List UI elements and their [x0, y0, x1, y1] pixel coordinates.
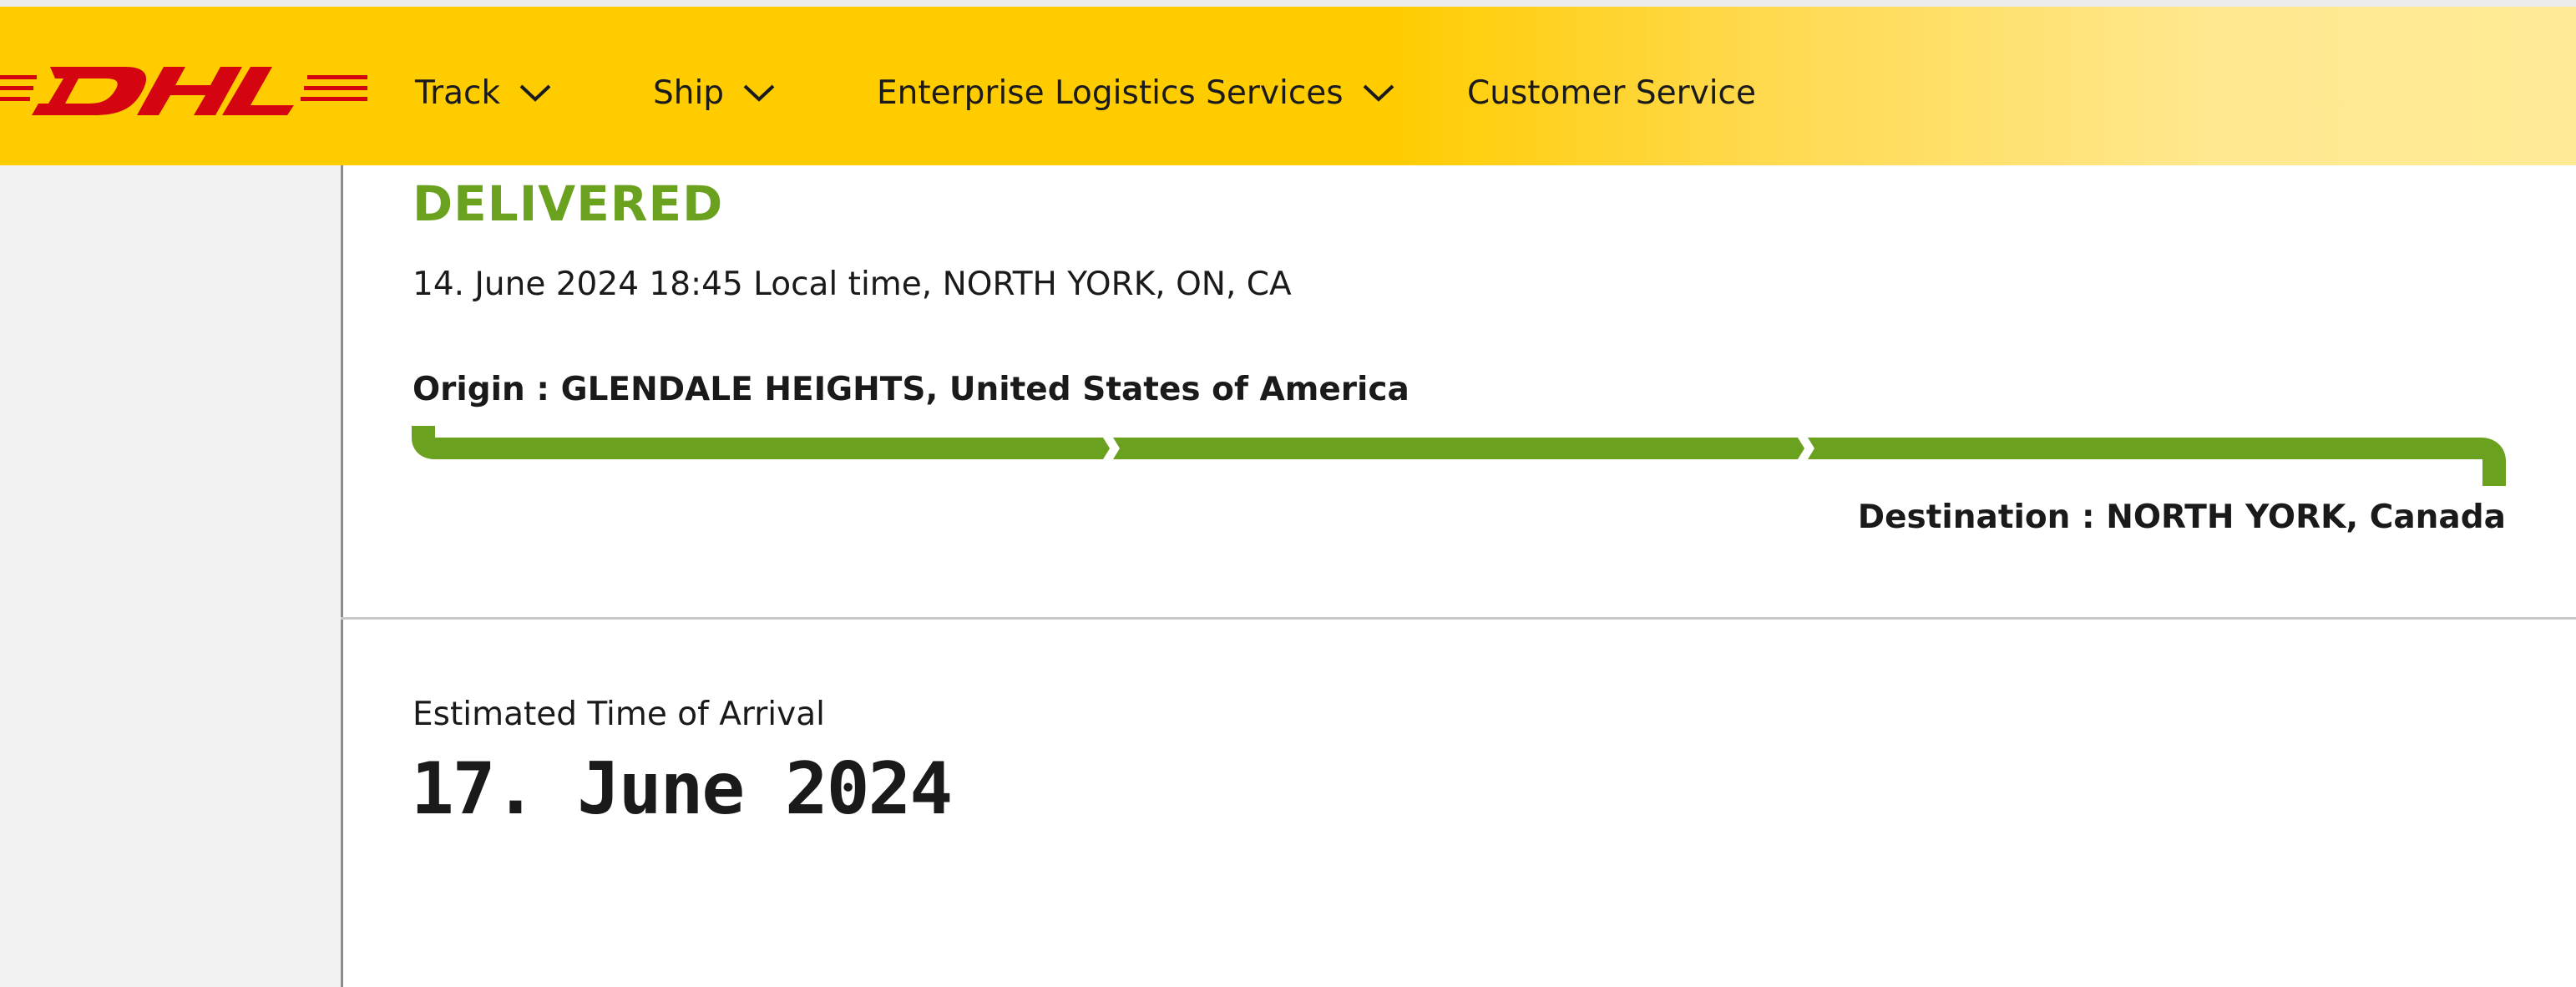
dhl-logo[interactable]: [0, 55, 367, 130]
nav-enterprise-logistics-services[interactable]: Enterprise Logistics Services: [877, 65, 1395, 120]
section-divider: [341, 617, 2576, 620]
nav-customer-service-label: Customer Service: [1467, 73, 1756, 112]
destination-value: NORTH YORK, Canada: [2106, 499, 2506, 536]
left-sidebar: [0, 165, 341, 987]
delivery-status: DELIVERED: [412, 175, 724, 232]
status-timestamp: 14. June 2024 18:45 Local time, NORTH YO…: [412, 266, 1292, 303]
nav-customer-service[interactable]: Customer Service: [1467, 65, 1756, 120]
nav-ship[interactable]: Ship: [653, 65, 776, 120]
eta-label: Estimated Time of Arrival: [412, 696, 825, 733]
progress-segment-2: [1113, 438, 1804, 459]
origin-info: Origin : GLENDALE HEIGHTS, United States…: [412, 371, 1409, 408]
site-header: Track Ship Enterprise Logistics Services…: [0, 7, 2576, 165]
progress-segment-1: [412, 426, 1110, 459]
chevron-down-icon: [1363, 84, 1394, 102]
nav-ship-label: Ship: [653, 73, 725, 112]
shipment-progress-bar: [412, 426, 2506, 486]
progress-segment-3: [1808, 438, 2506, 486]
browser-top-strip: [0, 0, 2576, 7]
dhl-logo-icon: [0, 67, 367, 115]
destination-info: Destination : NORTH YORK, Canada: [1858, 499, 2506, 536]
eta-date: 17. June 2024: [411, 747, 953, 831]
nav-track-label: Track: [415, 73, 501, 112]
destination-label: Destination :: [1857, 499, 2107, 536]
nav-track[interactable]: Track: [415, 65, 552, 120]
chevron-down-icon: [743, 84, 775, 102]
origin-label: Origin :: [412, 371, 561, 408]
origin-value: GLENDALE HEIGHTS, United States of Ameri…: [560, 371, 1409, 408]
nav-enterprise-label: Enterprise Logistics Services: [877, 73, 1344, 112]
chevron-down-icon: [519, 84, 551, 102]
